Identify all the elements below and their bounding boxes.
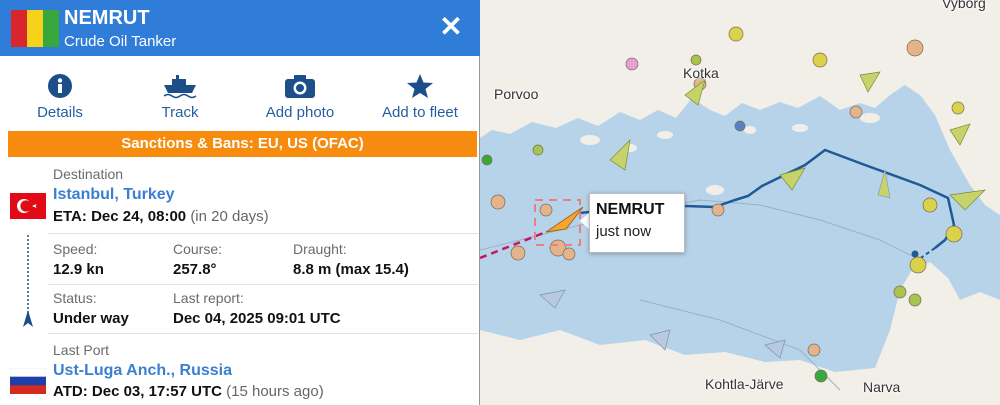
map-label-narva: Narva <box>863 379 901 395</box>
speed-label: Speed: <box>53 241 98 257</box>
vessel-callout[interactable]: NEMRUT just now <box>589 193 685 253</box>
divider <box>48 333 478 334</box>
map-label-kotka: Kotka <box>683 65 719 81</box>
details-label: Details <box>37 104 83 121</box>
track-button[interactable]: Track <box>120 56 240 128</box>
map-label-vyborg: Vyborg <box>942 0 986 11</box>
map-label-porvoo: Porvoo <box>494 86 539 102</box>
camera-icon <box>284 72 316 100</box>
last-report-label: Last report: <box>173 290 244 306</box>
vessel-info-panel: NEMRUT Crude Oil Tanker ✕ Details Track <box>0 0 480 405</box>
speed-value: 12.9 kn <box>53 261 104 278</box>
divider <box>48 284 478 285</box>
eta-row: ETA: Dec 24, 08:00 (in 20 days) <box>53 208 269 225</box>
last-port-label: Last Port <box>53 342 110 358</box>
status-value: Under way <box>53 310 129 327</box>
atd-value: Dec 03, 17:57 UTC <box>91 383 222 400</box>
vessel-name: NEMRUT <box>64 7 150 29</box>
add-photo-button[interactable]: Add photo <box>240 56 360 128</box>
draught-label: Draught: <box>293 241 347 257</box>
divider <box>48 233 478 234</box>
vessel-type: Crude Oil Tanker <box>64 33 177 50</box>
info-icon <box>47 72 73 100</box>
course-value: 257.8° <box>173 261 217 278</box>
eta-relative: (in 20 days) <box>190 208 269 225</box>
draught-value: 8.8 m (max 15.4) <box>293 261 409 278</box>
add-to-fleet-label: Add to fleet <box>382 104 458 121</box>
details-button[interactable]: Details <box>0 56 120 128</box>
callout-time: just now <box>596 223 652 240</box>
route-progress-indicator <box>19 233 37 336</box>
status-label: Status: <box>53 290 97 306</box>
map-canvas <box>480 0 1000 405</box>
eta-label: ETA: <box>53 208 87 225</box>
destination-port-link[interactable]: Istanbul, Turkey <box>53 186 175 204</box>
add-photo-label: Add photo <box>265 104 335 121</box>
atd-row: ATD: Dec 03, 17:57 UTC (15 hours ago) <box>53 383 324 400</box>
turkey-flag-icon <box>10 193 46 224</box>
callout-vessel-name: NEMRUT <box>596 201 665 218</box>
russia-flag-icon <box>9 367 47 399</box>
vessel-flag-icon <box>11 10 59 47</box>
sanctions-banner[interactable]: Sanctions & Bans: EU, US (OFAC) <box>8 131 477 157</box>
map-label-kohtla-jarve: Kohtla-Järve <box>705 376 784 392</box>
star-icon <box>406 72 434 100</box>
atd-relative: (15 hours ago) <box>226 383 324 400</box>
destination-label: Destination <box>53 166 124 182</box>
map-view[interactable]: Porvoo Kotka Vyborg Kohtla-Järve Narva <box>480 0 1000 405</box>
panel-header: NEMRUT Crude Oil Tanker ✕ <box>0 0 480 56</box>
close-button[interactable]: ✕ <box>438 13 464 41</box>
add-to-fleet-button[interactable]: Add to fleet <box>360 56 480 128</box>
last-report-value: Dec 04, 2025 09:01 UTC <box>173 310 341 327</box>
track-label: Track <box>161 104 199 121</box>
action-bar: Details Track Add photo Add to fleet <box>0 56 480 128</box>
ship-track-icon <box>162 72 198 100</box>
atd-label: ATD: <box>53 383 88 400</box>
eta-value: Dec 24, 08:00 <box>91 208 187 225</box>
course-label: Course: <box>173 241 223 257</box>
last-port-link[interactable]: Ust-Luga Anch., Russia <box>53 362 232 380</box>
